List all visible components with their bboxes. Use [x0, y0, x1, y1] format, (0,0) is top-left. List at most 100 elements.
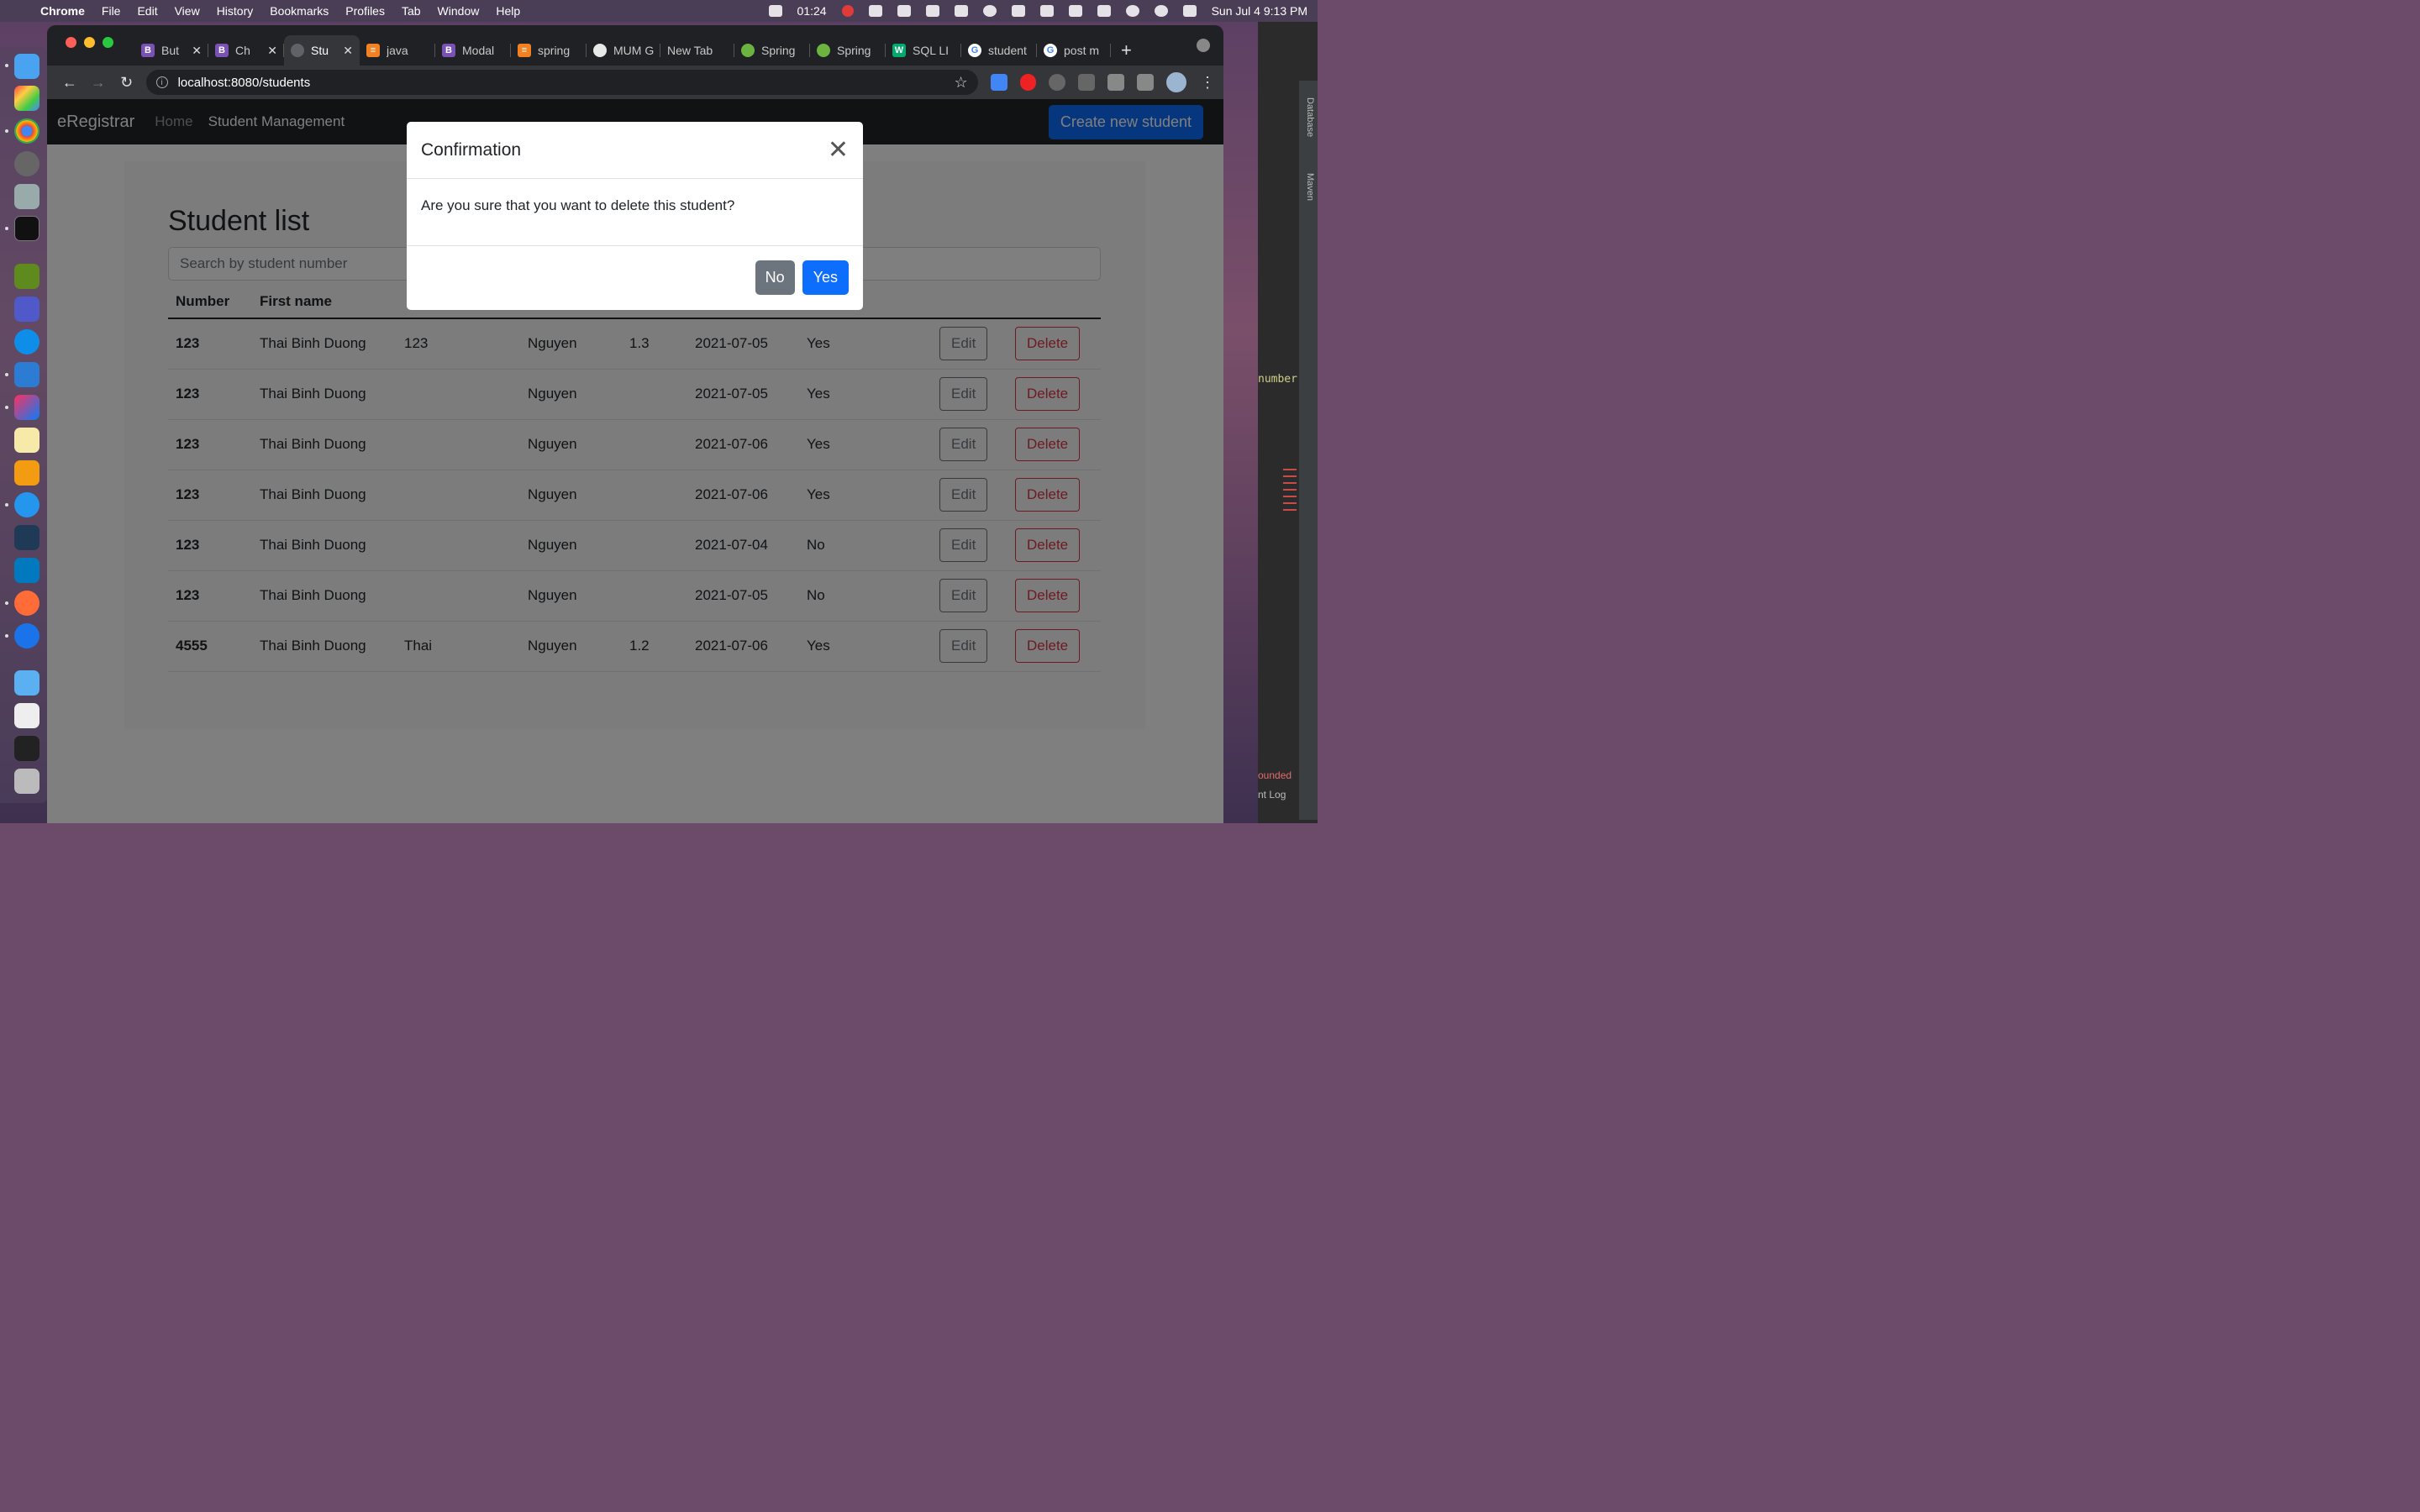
- control-center-icon[interactable]: [1182, 5, 1197, 17]
- address-bar[interactable]: i localhost:8080/students ☆: [145, 70, 978, 95]
- mysql-workbench-icon[interactable]: [14, 525, 39, 550]
- bluetooth-icon[interactable]: [1039, 5, 1054, 17]
- browser-tab[interactable]: Stu ✕: [284, 35, 360, 66]
- url-text[interactable]: localhost:8080/students: [178, 76, 311, 90]
- browser-tab[interactable]: W SQL LI: [886, 35, 961, 66]
- minimized-window-icon[interactable]: [14, 736, 39, 761]
- tab-close-icon[interactable]: ✕: [343, 44, 353, 58]
- browser-tab[interactable]: B Ch ✕: [208, 35, 284, 66]
- time-machine-icon[interactable]: [768, 5, 782, 17]
- google-translate-icon[interactable]: [990, 74, 1007, 91]
- media-controls-icon[interactable]: [1137, 74, 1155, 91]
- menu-history[interactable]: History: [217, 4, 254, 18]
- dock-running-dot: [5, 406, 8, 409]
- launchpad-icon[interactable]: [14, 86, 39, 111]
- new-tab-button[interactable]: +: [1121, 35, 1132, 66]
- menu-file[interactable]: File: [102, 4, 121, 18]
- minimize-window-button[interactable]: [84, 37, 95, 48]
- teamviewer-icon[interactable]: [14, 329, 39, 354]
- intellij-icon[interactable]: [14, 395, 39, 420]
- event-log-tab[interactable]: nt Log: [1258, 789, 1286, 801]
- mac-menu-bar: Chrome File Edit View History Bookmarks …: [0, 0, 1318, 22]
- script-icon[interactable]: [954, 5, 968, 17]
- notes-icon[interactable]: [14, 428, 39, 453]
- cloud-icon[interactable]: [925, 5, 939, 17]
- browser-tab[interactable]: Spring: [810, 35, 886, 66]
- forward-arrow-icon[interactable]: →: [84, 74, 113, 92]
- preview-icon[interactable]: [14, 184, 39, 209]
- alert-icon[interactable]: [897, 5, 911, 17]
- browser-tab[interactable]: MUM G: [587, 35, 660, 66]
- tab-close-icon[interactable]: ✕: [267, 44, 277, 58]
- battery-icon[interactable]: [1068, 5, 1082, 17]
- finder-icon[interactable]: [14, 54, 39, 79]
- menu-window[interactable]: Window: [438, 4, 480, 18]
- vscode-icon[interactable]: [14, 362, 39, 387]
- maps-icon[interactable]: [14, 623, 39, 648]
- zoom-window-button[interactable]: [103, 37, 113, 48]
- vim-icon[interactable]: [14, 264, 39, 289]
- yes-button[interactable]: Yes: [802, 260, 849, 295]
- no-button[interactable]: No: [755, 260, 795, 295]
- menu-tab[interactable]: Tab: [402, 4, 421, 18]
- site-info-icon[interactable]: i: [155, 76, 168, 88]
- reader-mode-icon[interactable]: [1078, 74, 1096, 91]
- menu-edit[interactable]: Edit: [137, 4, 157, 18]
- profile-avatar[interactable]: [1166, 72, 1187, 92]
- trash-icon[interactable]: [14, 769, 39, 794]
- menu-help[interactable]: Help: [496, 4, 520, 18]
- menu-profiles[interactable]: Profiles: [345, 4, 385, 18]
- dock: [0, 47, 49, 803]
- postman-icon[interactable]: [14, 591, 39, 616]
- menu-app-name[interactable]: Chrome: [40, 4, 85, 18]
- play-icon[interactable]: [982, 5, 997, 17]
- close-window-button[interactable]: [66, 37, 76, 48]
- browser-tab[interactable]: New Tab: [660, 35, 734, 66]
- maven-tool-tab[interactable]: Maven: [1305, 173, 1315, 201]
- w3schools-icon: W: [892, 44, 906, 57]
- modal-header: Confirmation ✕: [407, 122, 863, 179]
- browser-tab[interactable]: Gpost m: [1037, 35, 1111, 66]
- spotlight-search-icon[interactable]: [1154, 5, 1168, 17]
- menu-view[interactable]: View: [175, 4, 200, 18]
- browser-tab[interactable]: B But ✕: [134, 35, 208, 66]
- browser-tab[interactable]: ≡ spring: [511, 35, 587, 66]
- notification-bell-icon[interactable]: [868, 5, 882, 17]
- bootstrap-icon: B: [442, 44, 455, 57]
- extensions-puzzle-icon[interactable]: [1107, 74, 1125, 91]
- browser-tab[interactable]: Spring: [734, 35, 810, 66]
- browser-tab[interactable]: Gstudent: [961, 35, 1037, 66]
- browser-tab[interactable]: ≡ java: [360, 35, 435, 66]
- reload-icon[interactable]: ↻: [113, 74, 141, 92]
- chrome-menu-icon[interactable]: ⋮: [1200, 74, 1215, 92]
- folder-icon[interactable]: [14, 670, 39, 696]
- tab-title: post m: [1064, 44, 1100, 57]
- teams-icon[interactable]: [14, 297, 39, 322]
- sublime-text-icon[interactable]: [14, 460, 39, 486]
- docker-icon[interactable]: [14, 492, 39, 517]
- back-arrow-icon[interactable]: ←: [55, 74, 84, 92]
- trello-icon[interactable]: [14, 558, 39, 583]
- system-preferences-icon[interactable]: [14, 151, 39, 176]
- google-icon: G: [968, 44, 981, 57]
- react-devtools-icon[interactable]: [1049, 74, 1066, 91]
- menubar-timer[interactable]: 01:24: [797, 4, 827, 18]
- tab-close-icon[interactable]: ✕: [192, 44, 202, 58]
- browser-tab[interactable]: B Modal: [435, 35, 511, 66]
- timer-icon[interactable]: [841, 5, 854, 17]
- web-page: eRegistrar Home Student Management Creat…: [47, 99, 1223, 823]
- screenshot-icon[interactable]: [14, 703, 39, 728]
- close-icon[interactable]: ✕: [828, 137, 849, 163]
- tab-search-icon[interactable]: [1197, 39, 1210, 52]
- terminal-icon[interactable]: [14, 216, 39, 241]
- adblock-plus-icon[interactable]: [1019, 74, 1037, 91]
- database-tool-tab[interactable]: Database: [1305, 97, 1315, 137]
- menubar-datetime[interactable]: Sun Jul 4 9:13 PM: [1212, 4, 1307, 18]
- menu-bookmarks[interactable]: Bookmarks: [270, 4, 329, 18]
- spring-icon: [741, 44, 755, 57]
- user-icon[interactable]: [1125, 5, 1139, 17]
- wifi-icon[interactable]: [1097, 5, 1111, 17]
- chrome-dock-icon[interactable]: [14, 118, 39, 144]
- volume-icon[interactable]: [1011, 5, 1025, 17]
- bookmark-star-icon[interactable]: ☆: [954, 74, 967, 92]
